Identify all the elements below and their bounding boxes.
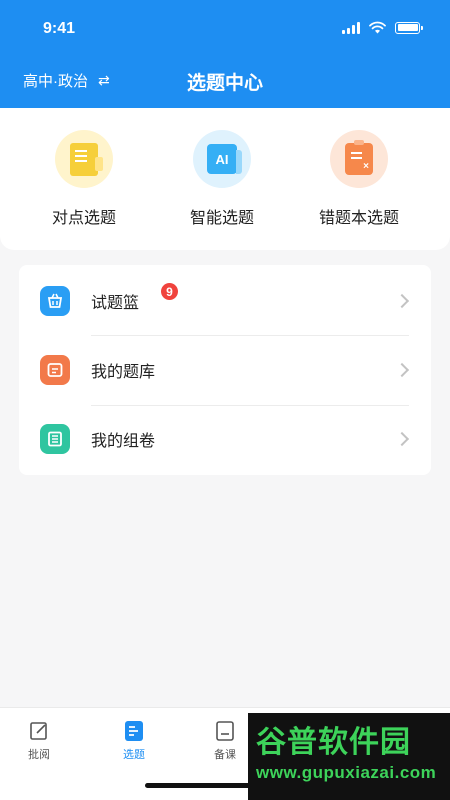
chevron-right-icon bbox=[394, 293, 410, 309]
quick-label: 智能选题 bbox=[189, 210, 254, 227]
quick-label: 对点选题 bbox=[51, 210, 116, 227]
watermark-url: www.gupuxiazai.com bbox=[256, 763, 437, 782]
status-icons bbox=[342, 21, 423, 34]
list-item-label: 我的题库 bbox=[91, 364, 156, 381]
tab-select[interactable]: 选题 bbox=[89, 720, 179, 762]
edit-icon bbox=[28, 720, 50, 742]
quick-label: 错题本选题 bbox=[318, 210, 399, 227]
count-badge: 9 bbox=[161, 283, 178, 300]
list-item-my-papers[interactable]: 我的组卷 bbox=[19, 405, 431, 473]
quick-mistake-selection[interactable]: × 错题本选题 bbox=[284, 130, 434, 228]
list-item-question-basket[interactable]: 试题篮 9 bbox=[19, 267, 431, 335]
tab-label: 选题 bbox=[123, 749, 145, 761]
list-item-label: 试题篮 bbox=[91, 295, 140, 312]
watermark-title: 谷普软件园 bbox=[256, 726, 411, 759]
battery-icon bbox=[395, 21, 423, 34]
chevron-right-icon bbox=[394, 362, 410, 378]
book-icon bbox=[214, 720, 236, 742]
tab-label: 批阅 bbox=[28, 749, 50, 761]
header: 9:41 高中·政治 ⇄ 选题中心 bbox=[0, 0, 450, 108]
clipboard-x-icon: × bbox=[345, 140, 373, 175]
menu-list: 试题篮 9 我的题库 我的组卷 bbox=[19, 265, 431, 475]
status-bar: 9:41 bbox=[0, 0, 450, 56]
list-item-label: 我的组卷 bbox=[91, 433, 156, 450]
doc-tab-icon bbox=[123, 720, 145, 742]
list-item-my-bank[interactable]: 我的题库 bbox=[19, 336, 431, 404]
signal-icon bbox=[342, 21, 360, 34]
nav-bar: 高中·政治 ⇄ 选题中心 bbox=[0, 56, 450, 108]
wifi-icon bbox=[369, 21, 386, 34]
page-title: 选题中心 bbox=[186, 73, 263, 94]
status-time: 9:41 bbox=[43, 20, 76, 37]
folder-icon bbox=[40, 355, 70, 385]
quick-actions: 对点选题 AI 智能选题 × 错题本选题 bbox=[0, 108, 450, 250]
chevron-right-icon bbox=[394, 431, 410, 447]
quick-point-selection[interactable]: 对点选题 bbox=[9, 130, 159, 228]
paper-list-icon bbox=[40, 424, 70, 454]
tab-review[interactable]: 批阅 bbox=[0, 720, 84, 762]
document-icon bbox=[70, 142, 103, 176]
ai-icon: AI bbox=[207, 144, 242, 174]
home-indicator bbox=[145, 783, 305, 788]
quick-smart-selection[interactable]: AI 智能选题 bbox=[147, 130, 297, 228]
basket-icon bbox=[40, 286, 70, 316]
